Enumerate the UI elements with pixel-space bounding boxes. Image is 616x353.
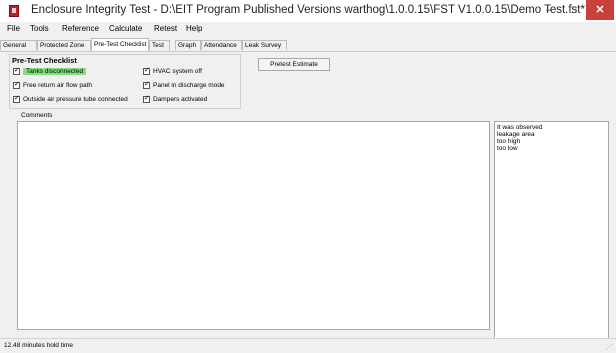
window-title: Enclosure Integrity Test - D:\EIT Progra… (31, 4, 585, 16)
checkbox-hvac-system-off[interactable]: HVAC system off (143, 66, 202, 76)
menu-retest[interactable]: Retest (154, 24, 177, 33)
checkbox-checked-icon[interactable] (143, 94, 150, 103)
checkbox-label: HVAC system off (153, 68, 202, 75)
checkbox-outside-air-pressure-tube[interactable]: Outside air pressure tube connected (13, 94, 128, 104)
resize-grip-icon[interactable]: ⋰ (606, 343, 613, 351)
checkbox-tanks-disconnected[interactable]: Tanks disconnected (13, 66, 87, 76)
close-button[interactable]: ✕ (586, 0, 614, 20)
tab-protected-zone[interactable]: Protected Zone (37, 40, 91, 50)
comments-label: Comments (21, 112, 53, 119)
comment-suggestions-list[interactable]: It was observed leakage area too high to… (494, 121, 609, 339)
status-bar: 12.48 minutes hold time ⋰ (0, 338, 616, 353)
tab-test[interactable]: Test (149, 40, 170, 50)
checkbox-checked-icon[interactable] (13, 94, 20, 103)
maximize-button[interactable]: □ (560, 0, 586, 20)
checkbox-checked-icon[interactable] (143, 66, 150, 75)
checkbox-label: Tanks disconnected (23, 68, 87, 75)
suggestion-item[interactable]: too low (497, 145, 606, 152)
pretest-estimate-button[interactable]: Pretest Estimate (258, 58, 330, 71)
checkbox-label: Panel in discharge mode (153, 82, 225, 89)
menu-help[interactable]: Help (186, 24, 202, 33)
tab-strip: General Protected Zone Pre-Test Checklis… (0, 37, 616, 52)
tab-attendance[interactable]: Attendance (201, 40, 242, 50)
checkbox-dampers-activated[interactable]: Dampers activated (143, 94, 208, 104)
tab-leak-survey[interactable]: Leak Survey (242, 40, 287, 50)
minimize-button[interactable]: – (536, 0, 562, 20)
comments-textarea[interactable] (17, 121, 490, 330)
tab-graph[interactable]: Graph (175, 40, 201, 50)
suggestion-item[interactable]: leakage area (497, 131, 606, 138)
menu-bar: File Tools Reference Calculate Retest He… (0, 22, 616, 37)
menu-file[interactable]: File (7, 24, 20, 33)
menu-reference[interactable]: Reference (62, 24, 99, 33)
checkbox-checked-icon[interactable] (13, 66, 20, 75)
checkbox-checked-icon[interactable] (143, 80, 150, 89)
suggestion-item[interactable]: It was observed (497, 124, 606, 131)
tab-pre-test-checklist[interactable]: Pre-Test Checklist (91, 38, 149, 51)
checkbox-label: Outside air pressure tube connected (23, 96, 128, 103)
suggestion-item[interactable]: too high (497, 138, 606, 145)
checkbox-label: Free return air flow path (23, 82, 93, 89)
tab-general[interactable]: General (0, 40, 37, 50)
title-bar: Enclosure Integrity Test - D:\EIT Progra… (0, 0, 616, 23)
checkbox-panel-in-discharge-mode[interactable]: Panel in discharge mode (143, 80, 225, 90)
menu-calculate[interactable]: Calculate (109, 24, 142, 33)
checkbox-free-return-air-flow-path[interactable]: Free return air flow path (13, 80, 93, 90)
menu-tools[interactable]: Tools (30, 24, 49, 33)
hold-time-status: 12.48 minutes hold time (4, 342, 74, 349)
checkbox-label: Dampers activated (153, 96, 208, 103)
checkbox-checked-icon[interactable] (13, 80, 20, 89)
checklist-title: Pre-Test Checklist (12, 56, 77, 65)
